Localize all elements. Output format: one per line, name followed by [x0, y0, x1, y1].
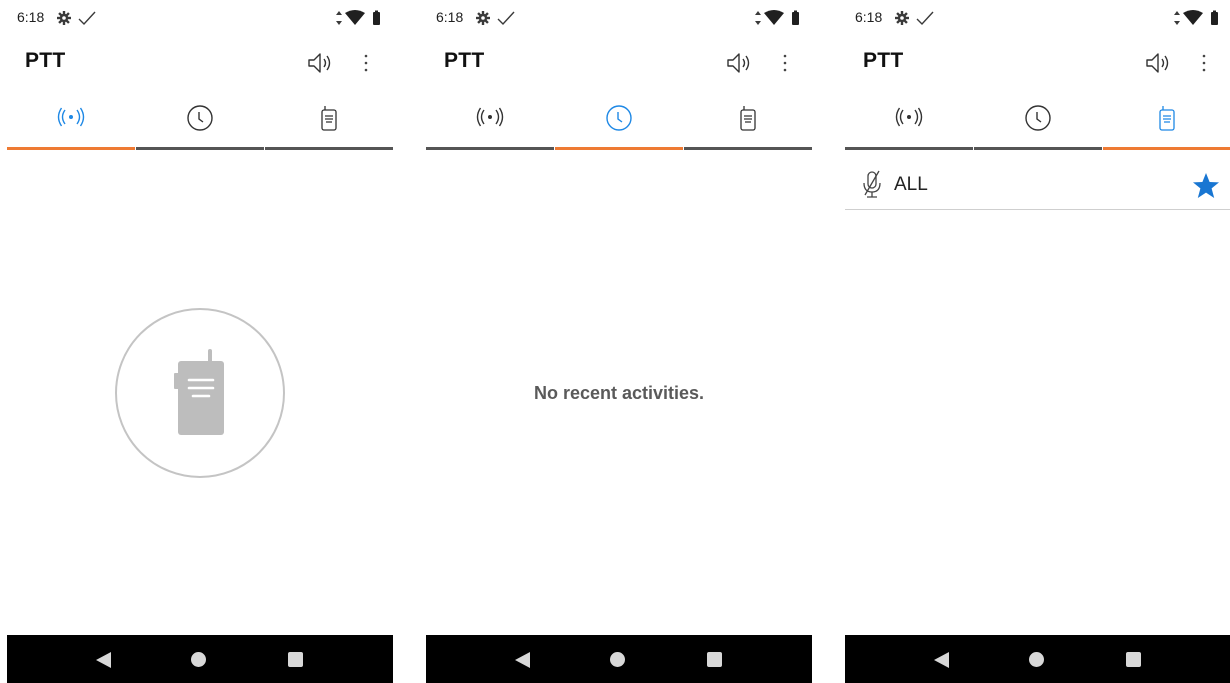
broadcast-icon [895, 107, 923, 127]
broadcast-icon [476, 107, 504, 127]
back-icon[interactable] [931, 651, 951, 669]
battery-icon [373, 10, 380, 25]
speaker-icon [308, 53, 331, 73]
tab-recent[interactable] [974, 94, 1102, 150]
check-icon [916, 11, 934, 26]
data-arrows-icon [336, 11, 342, 25]
star-icon[interactable] [1191, 171, 1221, 201]
app-title: PTT [25, 49, 66, 72]
tab-channels[interactable] [1103, 94, 1230, 150]
battery-icon [792, 10, 799, 25]
gear-icon [476, 11, 490, 25]
speaker-icon [1146, 53, 1169, 73]
speaker-button[interactable] [1142, 48, 1176, 78]
tab-indicator [555, 147, 683, 150]
data-arrows-icon [1174, 11, 1180, 25]
status-bar: 6:18 [7, 0, 393, 36]
walkie-talkie-icon [1159, 106, 1175, 131]
clock-icon [187, 105, 213, 131]
back-icon[interactable] [512, 651, 532, 669]
tab-recent[interactable] [136, 94, 264, 150]
status-bar: 6:18 [845, 0, 1230, 36]
tab-broadcast[interactable] [845, 94, 973, 150]
broadcast-icon [57, 107, 85, 127]
clock-icon [606, 105, 632, 131]
speaker-icon [727, 53, 750, 73]
status-icons [1174, 10, 1218, 25]
speaker-button[interactable] [723, 48, 757, 78]
tab-broadcast[interactable] [7, 94, 135, 150]
check-icon [78, 11, 96, 26]
status-time: 6:18 [436, 9, 464, 25]
home-icon[interactable] [1029, 652, 1044, 667]
speaker-button[interactable] [304, 48, 338, 78]
more-options-button[interactable] [355, 48, 377, 78]
tab-indicator [1103, 147, 1230, 150]
screen-recent: 6:18 PTT No recent activities. [426, 0, 812, 683]
status-icons [755, 10, 799, 25]
tab-indicator [845, 147, 973, 150]
list-item[interactable]: ALL [845, 160, 1230, 210]
tab-bar [7, 94, 393, 150]
status-bar: 6:18 [426, 0, 812, 36]
tab-indicator [974, 147, 1102, 150]
gear-icon [57, 11, 71, 25]
app-title: PTT [444, 49, 485, 72]
tab-bar [845, 94, 1230, 150]
walkie-talkie-icon [321, 106, 337, 131]
screen-broadcast: 6:18 PTT [7, 0, 393, 683]
more-vert-icon [783, 54, 787, 72]
tab-channels[interactable] [684, 94, 812, 150]
tab-channels[interactable] [265, 94, 393, 150]
data-arrows-icon [755, 11, 761, 25]
walkie-talkie-icon [174, 349, 224, 435]
back-icon[interactable] [93, 651, 113, 669]
more-options-button[interactable] [1193, 48, 1215, 78]
recents-icon[interactable] [288, 652, 303, 667]
tab-indicator [136, 147, 264, 150]
tab-broadcast[interactable] [426, 94, 554, 150]
wifi-icon [345, 10, 365, 25]
nav-bar [7, 635, 393, 683]
gear-icon [895, 11, 909, 25]
empty-message: No recent activities. [533, 383, 705, 403]
tab-indicator [265, 147, 393, 150]
home-icon[interactable] [191, 652, 206, 667]
check-icon [497, 11, 515, 26]
battery-icon [1211, 10, 1218, 25]
nav-bar [845, 635, 1230, 683]
home-icon[interactable] [610, 652, 625, 667]
tab-bar [426, 94, 812, 150]
more-vert-icon [1202, 54, 1206, 72]
status-time: 6:18 [17, 9, 45, 25]
tab-indicator [684, 147, 812, 150]
status-time: 6:18 [855, 9, 883, 25]
walkie-talkie-icon [740, 106, 756, 131]
recents-icon[interactable] [707, 652, 722, 667]
recents-icon[interactable] [1126, 652, 1141, 667]
nav-bar [426, 635, 812, 683]
app-title: PTT [863, 49, 904, 72]
tab-indicator [7, 147, 135, 150]
status-icons [336, 10, 380, 25]
wifi-icon [764, 10, 784, 25]
more-options-button[interactable] [774, 48, 796, 78]
mic-off-icon [863, 170, 881, 198]
screen-channels: 6:18 PTT ALL [845, 0, 1230, 683]
list-item-label: ALL [894, 174, 928, 195]
tab-recent[interactable] [555, 94, 683, 150]
wifi-icon [1183, 10, 1203, 25]
clock-icon [1025, 105, 1051, 131]
tab-indicator [426, 147, 554, 150]
more-vert-icon [364, 54, 368, 72]
